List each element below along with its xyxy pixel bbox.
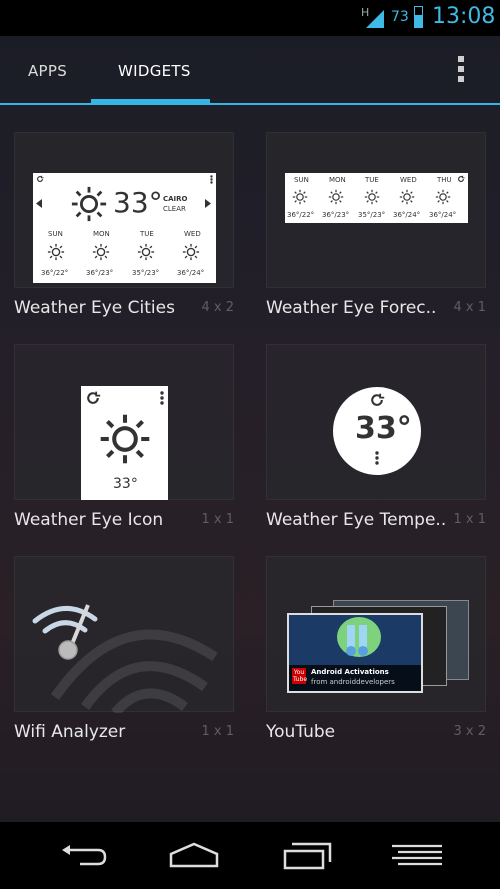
sun-icon [47, 243, 65, 261]
temp-range: 36°/24° [177, 269, 205, 277]
home-icon[interactable] [168, 842, 220, 868]
video-card-front: You Tube Android Activations from androi… [287, 613, 423, 693]
sun-icon [364, 189, 380, 205]
more-icon [210, 175, 213, 184]
next-arrow-icon [205, 199, 211, 208]
tab-bar: APPS WIDGETS [0, 36, 500, 106]
day-label: WED [184, 230, 201, 238]
temp-range: 35°/23° [132, 269, 160, 277]
refresh-icon [37, 175, 44, 182]
tab-apps[interactable]: APPS [28, 62, 67, 80]
video-title: Android Activations [311, 668, 389, 676]
status-bar: H 73 13:08 [0, 0, 500, 36]
sun-icon [100, 414, 150, 464]
sun-icon [328, 189, 344, 205]
weather-forecast-preview: SUN MON TUE WED THU 36°/22° 36°/23° 35°/… [285, 173, 468, 223]
day-label: THU [437, 176, 452, 184]
battery-percent: 73 [391, 9, 409, 25]
sun-icon [399, 189, 415, 205]
condition: CLEAR [163, 205, 186, 213]
widget-name: Weather Eye Forec.. [266, 298, 437, 318]
weather-cities-preview: 33° CAIRO CLEAR SUN MON TUE WED 36°/22° … [33, 173, 216, 283]
video-subtitle: from androiddevelopers [311, 678, 395, 686]
refresh-icon [371, 393, 385, 406]
widget-size: 4 x 2 [201, 300, 235, 315]
video-caption: You Tube Android Activations from androi… [289, 665, 421, 691]
widget-preview: 33° [266, 344, 486, 500]
tab-widgets[interactable]: WIDGETS [118, 62, 191, 80]
overflow-menu-icon[interactable] [456, 56, 466, 86]
tab-divider [0, 103, 500, 105]
temp-range: 36°/22° [287, 211, 315, 219]
current-temp: 33° [113, 476, 138, 492]
widget-name: Weather Eye Tempe.. [266, 510, 447, 530]
recent-apps-icon[interactable] [282, 842, 332, 870]
sun-icon [137, 243, 155, 261]
sun-icon [435, 189, 451, 205]
more-icon [160, 391, 164, 405]
day-label: WED [400, 176, 417, 184]
temp-range: 36°/24° [429, 211, 457, 219]
widget-size: 1 x 1 [201, 724, 235, 739]
widget-size: 3 x 2 [453, 724, 487, 739]
android-robot-icon [337, 617, 381, 657]
city-name: CAIRO [163, 195, 188, 203]
widget-size: 1 x 1 [201, 512, 235, 527]
sun-icon [92, 243, 110, 261]
refresh-icon [458, 175, 465, 182]
widget-preview: 33° [14, 344, 234, 500]
clock: 13:08 [432, 4, 496, 29]
day-label: TUE [365, 176, 379, 184]
menu-icon[interactable] [390, 844, 444, 870]
widget-size: 4 x 1 [453, 300, 487, 315]
sun-icon [292, 189, 308, 205]
back-icon[interactable] [58, 844, 108, 868]
weather-icon-preview: 33° [81, 386, 168, 500]
signal-icon [366, 10, 384, 28]
wifi-analyzer-icon [32, 604, 218, 713]
temperature-circle-preview: 33° [333, 387, 421, 475]
day-label: MON [329, 176, 346, 184]
widget-name: Weather Eye Cities [14, 298, 175, 318]
sun-icon [71, 186, 107, 222]
temp-range: 36°/23° [86, 269, 114, 277]
prev-arrow-icon [36, 199, 42, 208]
day-label: TUE [140, 230, 154, 238]
day-label: SUN [48, 230, 63, 238]
navigation-bar [0, 822, 500, 889]
widget-preview: SUN MON TUE WED THU 36°/22° 36°/23° 35°/… [266, 132, 486, 288]
battery-icon [414, 6, 423, 28]
widget-name: Weather Eye Icon [14, 510, 164, 530]
temp-range: 36°/24° [393, 211, 421, 219]
widget-name: Wifi Analyzer [14, 722, 126, 742]
day-label: MON [93, 230, 110, 238]
refresh-icon [87, 391, 101, 404]
current-temp: 33° [113, 186, 163, 219]
current-temp: 33° [355, 411, 412, 446]
tab-indicator [91, 99, 210, 105]
widget-size: 1 x 1 [453, 512, 487, 527]
youtube-logo: You Tube [292, 668, 308, 684]
temp-range: 36°/22° [41, 269, 69, 277]
widget-preview: 33° CAIRO CLEAR SUN MON TUE WED 36°/22° … [14, 132, 234, 288]
temp-range: 36°/23° [322, 211, 350, 219]
sun-icon [182, 243, 200, 261]
more-icon [375, 451, 379, 465]
widget-preview: You Tube Android Activations from androi… [266, 556, 486, 712]
temp-range: 35°/23° [358, 211, 386, 219]
widget-preview [14, 556, 234, 713]
widget-name: YouTube [266, 722, 336, 742]
day-label: SUN [294, 176, 309, 184]
